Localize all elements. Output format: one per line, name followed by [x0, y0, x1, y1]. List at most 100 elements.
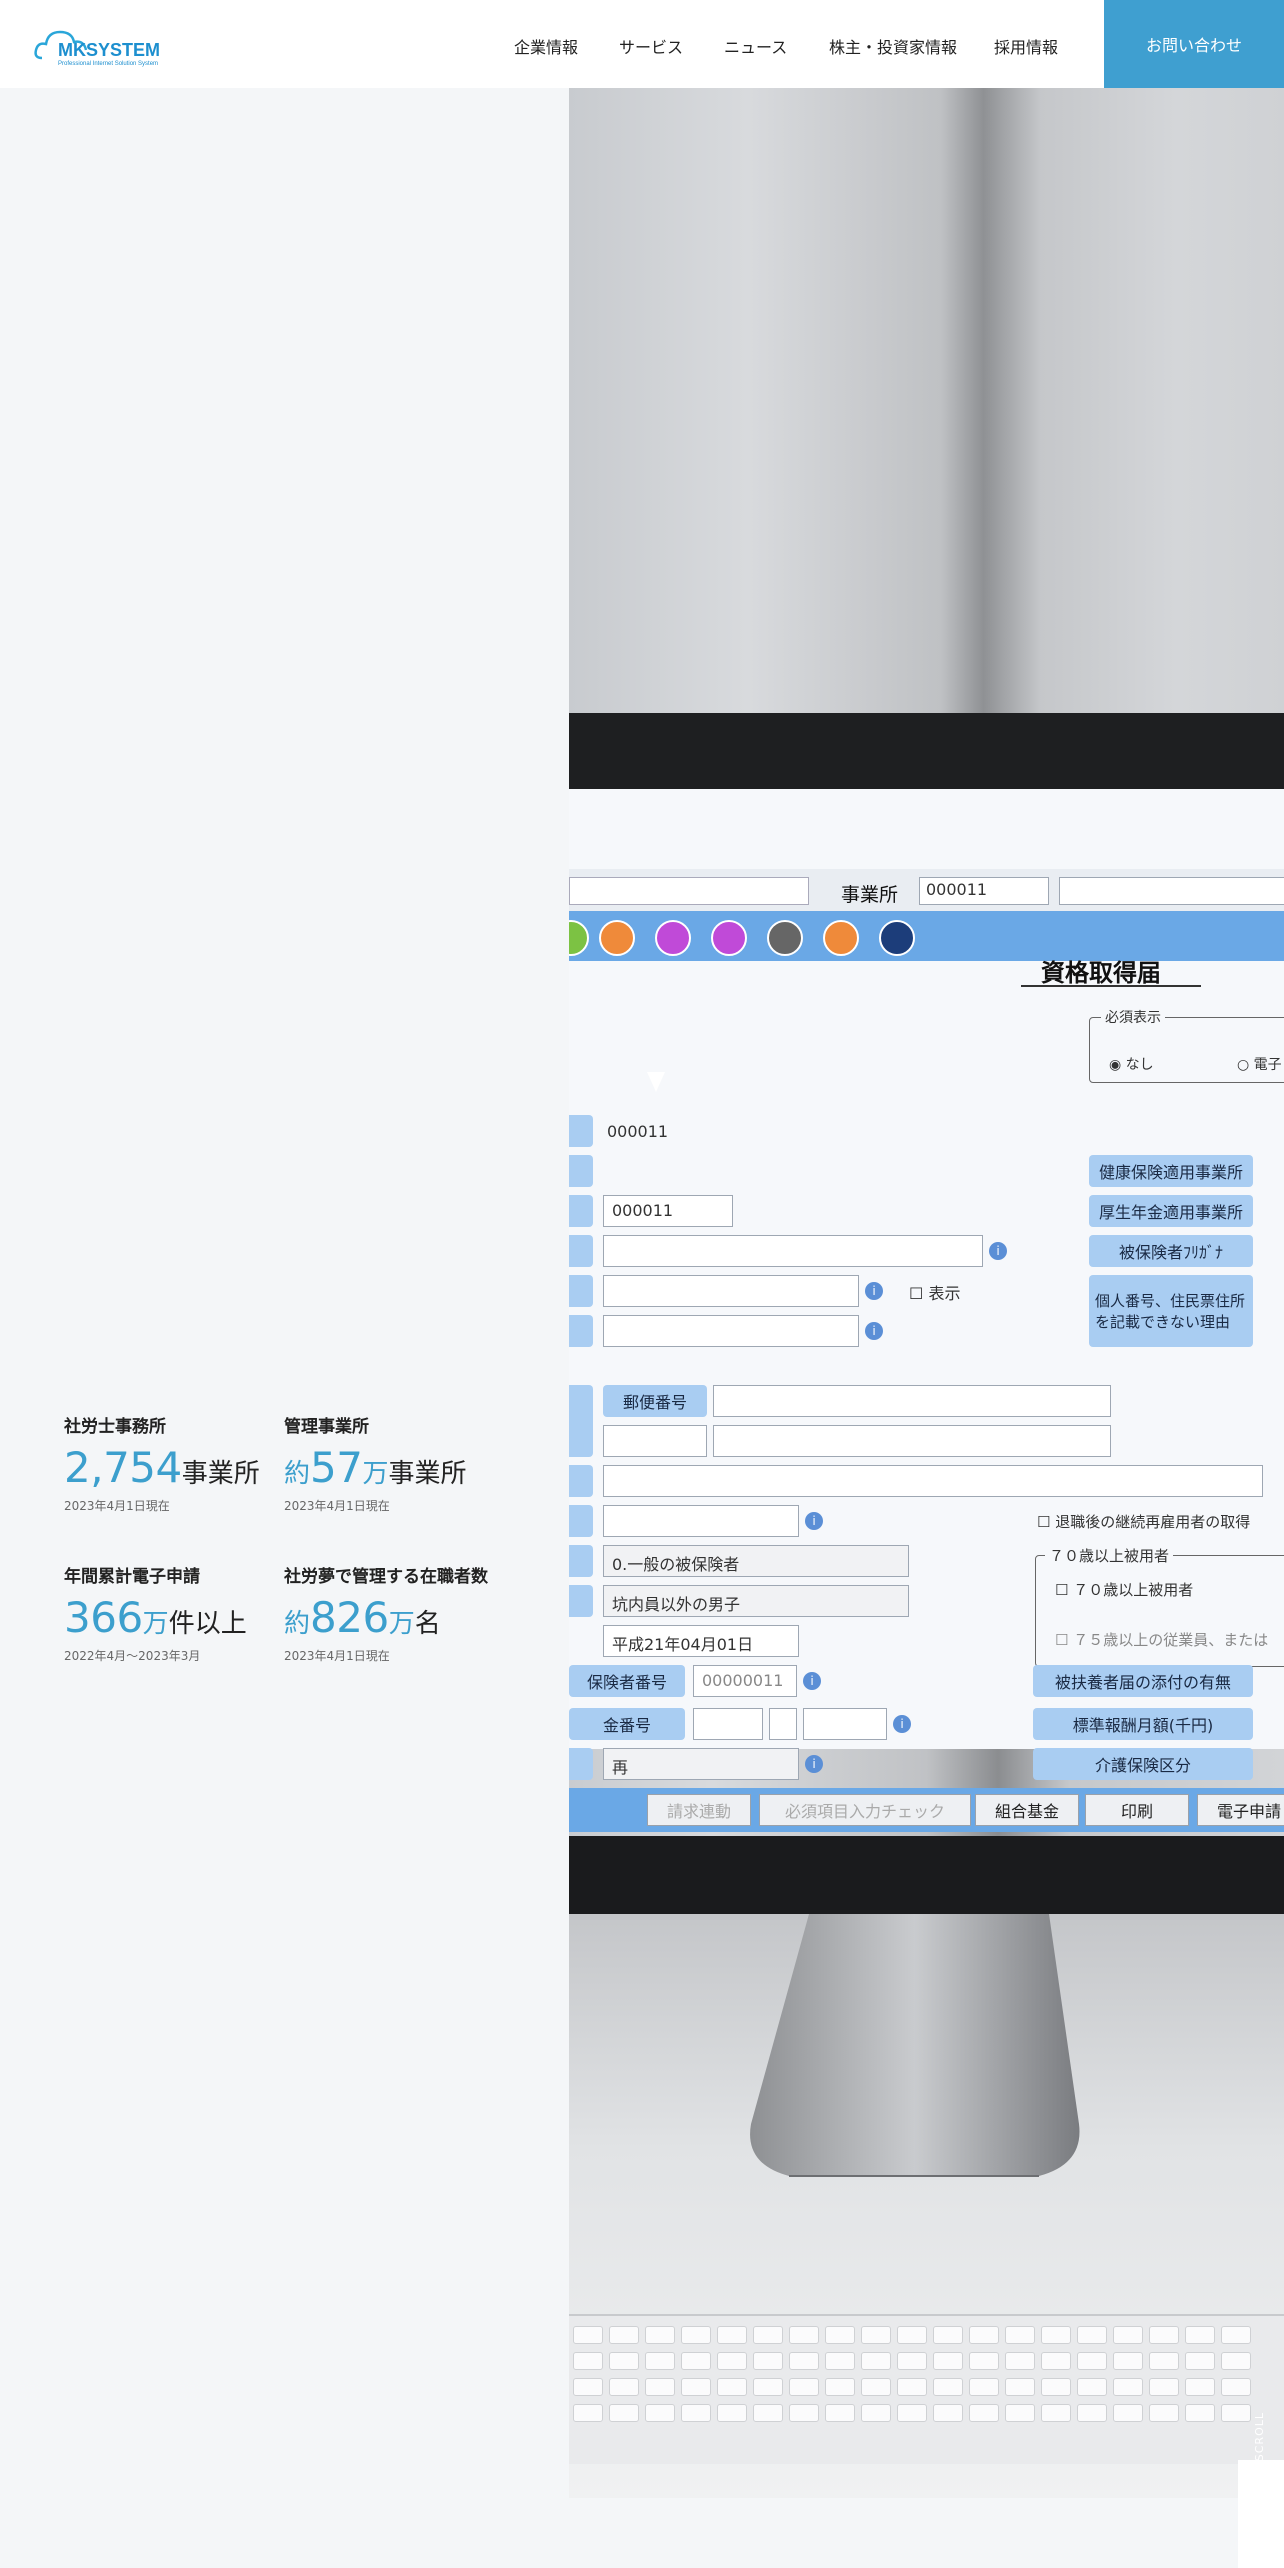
stat-value: 2,754事業所 — [64, 1443, 260, 1492]
row-tab — [569, 1545, 593, 1577]
toolbar-grid-icon — [711, 920, 747, 956]
info-icon: i — [893, 1715, 911, 1733]
mouse-cursor-icon — [647, 1072, 665, 1092]
insured-type-select: 0.一般の被保険者 — [603, 1545, 909, 1577]
toolbar-tag-icon — [655, 920, 691, 956]
pension-no-field — [693, 1708, 763, 1740]
row-tab — [569, 1115, 593, 1147]
stat-note: 2022年4月〜2023年3月 — [64, 1649, 201, 1663]
stat-label: 管理事業所 — [284, 1417, 369, 1437]
required-display-label: 必須表示 — [1101, 1007, 1165, 1027]
nav-news[interactable]: ニュース — [724, 34, 787, 58]
stat-note: 2023年4月1日現在 — [284, 1499, 390, 1513]
stat-managed: 管理事業所 約57万事業所 2023年4月1日現在 — [284, 1412, 504, 1514]
row-tab — [569, 1385, 593, 1457]
stat-label: 社労夢で管理する在職者数 — [284, 1567, 488, 1587]
scroll-line — [1262, 2480, 1263, 2520]
info-icon: i — [865, 1282, 883, 1300]
required-check-button: 必須項目入力チェック — [759, 1794, 971, 1826]
monitor-bezel-top — [569, 713, 1284, 789]
keyboard — [569, 2314, 1284, 2464]
show-checkbox: ☐ 表示 — [909, 1284, 961, 1303]
stat-value: 366万件以上 — [64, 1593, 247, 1642]
recode-select: 再 — [603, 1748, 799, 1780]
nav-company[interactable]: 企業情報 — [514, 34, 578, 58]
row-tab — [569, 1235, 593, 1267]
pension-no-field — [769, 1708, 797, 1740]
print-button: 印刷 — [1085, 1794, 1189, 1826]
scroll-strip — [1238, 2460, 1284, 2568]
info-icon: i — [803, 1672, 821, 1690]
pill-postal: 郵便番号 — [603, 1385, 707, 1417]
info-icon: i — [805, 1755, 823, 1773]
hero-image: 事業所 000011 資格取得届 必須表示 ◉ なし ○ 電子 000011 0… — [569, 88, 1284, 2498]
date-field — [603, 1505, 799, 1537]
nav-investors[interactable]: 株主・投資家情報 — [829, 34, 957, 58]
text-field — [603, 1315, 859, 1347]
row-tab — [569, 1315, 593, 1347]
desk-surface — [569, 1914, 1284, 2498]
stat-label: 年間累計電子申請 — [64, 1567, 200, 1587]
e-application-button: 電子申請 — [1197, 1794, 1284, 1826]
pill-pension: 厚生年金適用事業所 — [1089, 1195, 1253, 1227]
info-icon: i — [989, 1242, 1007, 1260]
pill-dependent: 被扶養者届の添付の有無 — [1033, 1665, 1253, 1697]
over70-group — [1035, 1555, 1284, 1667]
pension-no-field — [803, 1708, 887, 1740]
nav-recruit[interactable]: 採用情報 — [994, 34, 1058, 58]
monitor-stand — [750, 1914, 1080, 2177]
over70-group-label: ７０歳以上被用者 — [1045, 1545, 1174, 1566]
toolbar-copy-icon — [879, 920, 915, 956]
site-logo[interactable]: MKSYSTEM Professional Internet Solution … — [32, 20, 182, 70]
stat-value: 約826万名 — [284, 1593, 441, 1642]
logo-wordmark: MKSYSTEM — [58, 40, 160, 60]
site-header: MKSYSTEM Professional Internet Solution … — [0, 0, 1284, 88]
text-field — [603, 1275, 859, 1307]
monitor-bezel-bottom — [569, 1836, 1284, 1914]
acquired-date-field: 平成21年04月01日 — [603, 1625, 799, 1657]
code-field: 000011 — [603, 1195, 733, 1227]
row-tab — [569, 1155, 593, 1187]
office-name-box — [1059, 877, 1284, 905]
pill-reason: 個人番号、住民票住所 を記載できない理由 — [1089, 1275, 1253, 1347]
claim-link-button: 請求連動 — [647, 1794, 751, 1826]
over75-checkbox: ☐ ７５歳以上の従業員、または — [1055, 1631, 1269, 1649]
form-title-underline — [1021, 985, 1201, 987]
pill-pension-no: 金番号 — [569, 1708, 685, 1740]
pill-furigana: 被保険者ﾌﾘｶﾞﾅ — [1089, 1235, 1253, 1267]
contact-button[interactable]: お問い合わせ — [1104, 0, 1284, 88]
gender-type-select: 坑内員以外の男子 — [603, 1585, 909, 1617]
pill-health-insurance: 健康保険適用事業所 — [1089, 1155, 1253, 1187]
text-field — [713, 1425, 1111, 1457]
stat-offices: 社労士事務所 2,754事業所 2023年4月1日現在 — [64, 1412, 284, 1514]
stat-note: 2023年4月1日現在 — [64, 1499, 170, 1513]
pill-care-insurance: 介護保険区分 — [1033, 1748, 1253, 1780]
row-tab — [569, 1465, 593, 1497]
row-tab — [569, 1505, 593, 1537]
scroll-indicator[interactable]: SCROLL — [1253, 2412, 1266, 2461]
toolbar-doc-icon — [599, 920, 635, 956]
stat-note: 2023年4月1日現在 — [284, 1649, 390, 1663]
screen-select — [569, 877, 809, 905]
toolbar-user-icon — [823, 920, 859, 956]
radio-elec: ○ 電子 — [1237, 1057, 1282, 1073]
text-field — [603, 1235, 983, 1267]
form-title: 資格取得届 — [1041, 959, 1161, 987]
row-tab — [569, 1748, 593, 1780]
retire-checkbox: ☐ 退職後の継続再雇用者の取得 — [1037, 1513, 1251, 1531]
postal-field — [713, 1385, 1111, 1417]
text-field — [603, 1425, 707, 1457]
pill-insured-no: 保険者番号 — [569, 1665, 685, 1697]
radio-none: ◉ なし — [1109, 1057, 1154, 1073]
hero-background — [569, 88, 1284, 713]
nav-services[interactable]: サービス — [619, 34, 683, 58]
over70-checkbox: ☐ ７０歳以上被用者 — [1055, 1581, 1194, 1599]
stat-label: 社労士事務所 — [64, 1417, 166, 1437]
cloud-logo-icon: MKSYSTEM Professional Internet Solution … — [34, 30, 160, 67]
stat-applications: 年間累計電子申請 366万件以上 2022年4月〜2023年3月 — [64, 1562, 284, 1664]
info-icon: i — [805, 1512, 823, 1530]
pill-salary: 標準報酬月額(千円) — [1033, 1708, 1253, 1740]
row-tab — [569, 1195, 593, 1227]
union-fund-button: 組合基金 — [975, 1794, 1079, 1826]
stat-employees: 社労夢で管理する在職者数 約826万名 2023年4月1日現在 — [284, 1562, 504, 1664]
